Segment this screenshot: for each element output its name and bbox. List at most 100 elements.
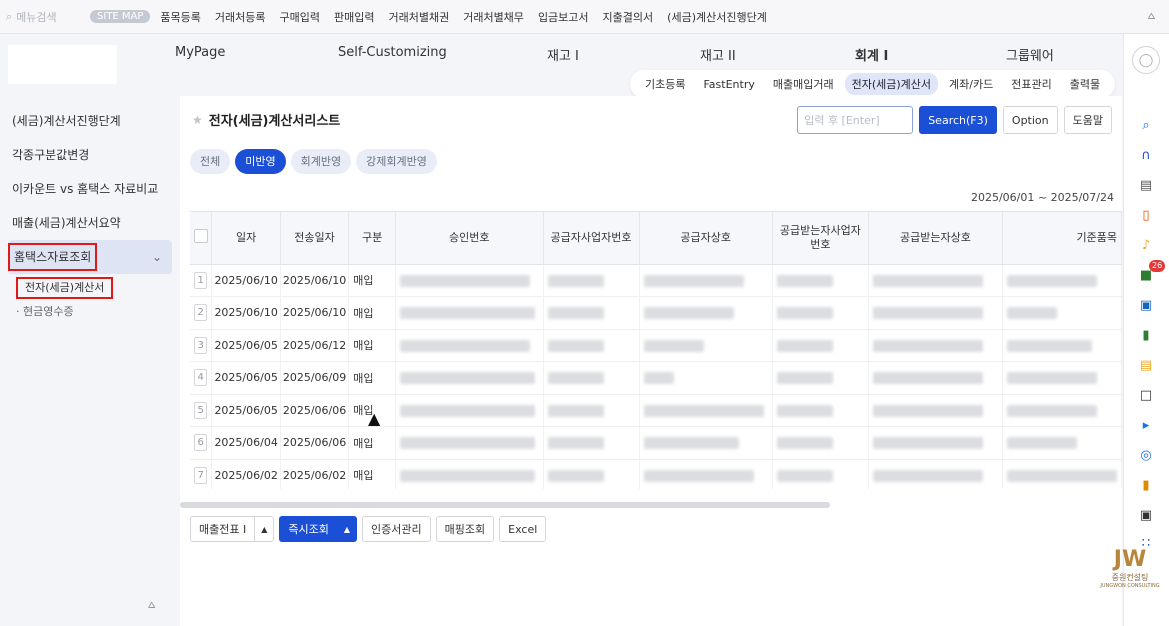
horizontal-scrollbar[interactable]: [180, 502, 830, 508]
avatar[interactable]: ◯: [1132, 46, 1160, 74]
folder-icon[interactable]: ▤: [1138, 358, 1154, 374]
nav-inventory-1[interactable]: 재고 I: [547, 45, 579, 64]
nav-self-customizing[interactable]: Self-Customizing: [338, 45, 447, 60]
subnav-sales-purchase[interactable]: 매출매입거래: [766, 73, 841, 95]
share-icon[interactable]: ▸: [1138, 418, 1154, 434]
star-icon[interactable]: ★: [192, 113, 203, 127]
cell-buyer-name: [868, 329, 1003, 362]
select-all-checkbox[interactable]: [190, 212, 213, 265]
subnav-basic-setup[interactable]: 기초등록: [638, 73, 692, 95]
col-header-buyer-bizno[interactable]: 공급받는자사업자번호: [772, 212, 869, 265]
sidebar-subitem-cash-receipt[interactable]: · 현금영수증: [0, 300, 180, 324]
note-icon[interactable]: ▮: [1138, 478, 1154, 494]
sidebar-item-compare[interactable]: 이카운트 vs 홈택스 자료비교: [0, 172, 180, 206]
col-header-item[interactable]: 기준품목: [1002, 212, 1122, 265]
memo-icon[interactable]: ▯: [1138, 208, 1154, 224]
table-row[interactable]: 4 2025/06/05 2025/06/09 매입: [190, 361, 1122, 395]
table-row[interactable]: 7 2025/06/02 2025/06/02 매입: [190, 459, 1122, 489]
cell-supplier-bizno: [543, 361, 640, 395]
cell-buyer-name: [868, 296, 1003, 330]
row-number: 6: [190, 426, 213, 460]
cell-date: 2025/06/04: [211, 426, 281, 460]
quick-link-sales[interactable]: 판매입력: [334, 9, 374, 25]
excel-button[interactable]: Excel: [499, 516, 547, 542]
quick-link-invoice-progress[interactable]: (세금)계산서진행단계: [667, 9, 767, 25]
quick-link-deposit-report[interactable]: 입금보고서: [538, 9, 589, 25]
col-header-supplier-name[interactable]: 공급자상호: [639, 212, 773, 265]
table-row[interactable]: 5 2025/06/05 2025/06/06 매입: [190, 394, 1122, 427]
tab-accounting-reflected[interactable]: 회계반영: [290, 149, 352, 174]
instant-query-button[interactable]: 즉시조회: [279, 516, 337, 542]
chevron-down-icon: ⌄: [151, 250, 162, 264]
message-icon[interactable]: ▣: [1138, 298, 1154, 314]
quick-link-expense[interactable]: 지출결의서: [603, 9, 654, 25]
search-button[interactable]: Search(F3): [919, 106, 997, 134]
nav-inventory-2[interactable]: 재고 II: [700, 45, 736, 64]
quick-link-purchase[interactable]: 구매입력: [280, 9, 320, 25]
search-input[interactable]: [797, 106, 914, 134]
subnav-printouts[interactable]: 출력물: [1063, 73, 1107, 95]
col-header-sent-date[interactable]: 전송일자: [280, 212, 350, 265]
sidebar-item-invoice-progress[interactable]: (세금)계산서진행단계: [0, 104, 180, 138]
nav-accounting-1[interactable]: 회계 I: [855, 45, 888, 64]
sidebar-subitem-e-tax-invoice[interactable]: 전자(세금)계산서: [0, 276, 180, 300]
monitor-icon[interactable]: ▣: [1138, 508, 1154, 524]
headset-icon[interactable]: ∩: [1138, 148, 1154, 164]
sales-slip-split-button: 매출전표 I ▲: [190, 516, 275, 542]
row-number: 7: [190, 459, 213, 489]
cert-manage-button[interactable]: 인증서관리: [362, 516, 431, 542]
table-row[interactable]: 2 2025/06/10 2025/06/10 매입: [190, 296, 1122, 330]
table-row[interactable]: 1 2025/06/10 2025/06/10 매입: [190, 264, 1122, 297]
quick-link-payables[interactable]: 거래처별채무: [463, 9, 524, 25]
caret-up-icon[interactable]: ▲: [254, 516, 275, 542]
col-header-approval-no[interactable]: 승인번호: [395, 212, 544, 265]
col-header-type[interactable]: 구분: [348, 212, 396, 265]
cell-supplier-name: [639, 264, 773, 297]
sales-slip-button[interactable]: 매출전표 I: [190, 516, 255, 542]
col-header-supplier-bizno[interactable]: 공급자사업자번호: [543, 212, 640, 265]
help-button[interactable]: 도움말: [1063, 106, 1112, 134]
cell-date: 2025/06/10: [211, 296, 281, 330]
sheet-icon[interactable]: ▤: [1138, 178, 1154, 194]
link-icon[interactable]: □: [1138, 388, 1154, 404]
table-row[interactable]: 6 2025/06/04 2025/06/06 매입: [190, 426, 1122, 460]
bell-icon[interactable]: ♪: [1138, 238, 1154, 254]
table-header-row: 일자 전송일자 구분 승인번호 공급자사업자번호 공급자상호 공급받는자사업자번…: [190, 212, 1122, 265]
nav-groupware[interactable]: 그룹웨어: [1006, 45, 1054, 64]
table-row[interactable]: 3 2025/06/05 2025/06/12 매입: [190, 329, 1122, 362]
tab-unreflected[interactable]: 미반영: [235, 149, 286, 174]
cell-type: 매입: [348, 459, 396, 489]
sidebar-item-change-values[interactable]: 각종구분값변경: [0, 138, 180, 172]
sidebar-item-sales-summary[interactable]: 매출(세금)계산서요약: [0, 206, 180, 240]
option-button[interactable]: Option: [1002, 106, 1058, 134]
cell-type: 매입: [348, 361, 396, 395]
search-icon[interactable]: ⌕: [1138, 118, 1154, 134]
row-number: 1: [190, 264, 213, 297]
pin-icon[interactable]: ⩟: [1148, 8, 1155, 23]
caret-up-icon[interactable]: ▲: [336, 516, 358, 542]
subnav-account-card[interactable]: 계좌/카드: [942, 73, 1000, 95]
cell-date: 2025/06/02: [211, 459, 281, 489]
sidebar-item-hometax[interactable]: 홈택스자료조회 ⌄: [8, 240, 172, 274]
tab-forced-reflected[interactable]: 강제회계반영: [356, 149, 437, 174]
cell-buyer-bizno: [772, 459, 869, 489]
camera-icon[interactable]: ◎: [1138, 448, 1154, 464]
cell-approval-no: [395, 426, 544, 460]
subnav-slip-management[interactable]: 전표관리: [1004, 73, 1058, 95]
col-header-buyer-name[interactable]: 공급받는자상호: [868, 212, 1003, 265]
mapping-query-button[interactable]: 매핑조회: [435, 516, 495, 542]
sitemap-button[interactable]: SITE MAP: [90, 10, 151, 23]
tab-all[interactable]: 전체: [190, 149, 231, 174]
quick-link-customers[interactable]: 거래처등록: [215, 9, 266, 25]
subnav-e-tax-invoice[interactable]: 전자(세금)계산서: [844, 73, 939, 95]
subnav-fastentry[interactable]: FastEntry: [696, 75, 761, 94]
nav-mypage[interactable]: MyPage: [175, 45, 225, 60]
quick-link-receivables[interactable]: 거래처별채권: [388, 9, 449, 25]
cell-type: 매입: [348, 329, 396, 362]
col-header-date[interactable]: 일자: [211, 212, 281, 265]
menu-search[interactable]: ⌕ 메뉴검색: [0, 9, 90, 25]
pin-icon[interactable]: ⩟: [148, 597, 155, 612]
phone-icon[interactable]: ▮: [1138, 328, 1154, 344]
cell-buyer-name: [868, 361, 1003, 395]
quick-link-items[interactable]: 품목등록: [160, 9, 200, 25]
